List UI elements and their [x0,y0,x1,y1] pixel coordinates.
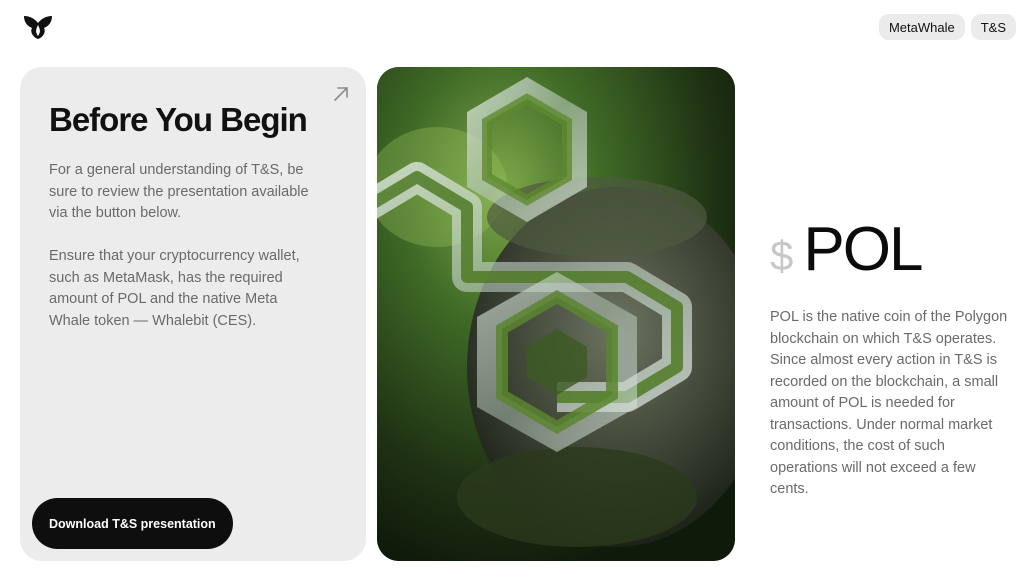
currency-symbol: $ [770,232,794,279]
pol-heading: $ POL [770,214,923,285]
pol-title: POL [803,215,923,284]
card-paragraph-2: Ensure that your cryptocurrency wallet, … [49,248,300,329]
nav-metawhale[interactable]: MetaWhale [878,14,965,40]
hero-image [377,67,735,561]
whale-tail-logo-icon[interactable] [22,13,54,41]
pol-description: POL is the native coin of the Polygon bl… [770,309,1008,497]
top-nav: MetaWhale T&S [878,14,1016,40]
download-presentation-button[interactable]: Download T&S presentation [32,498,233,549]
before-you-begin-card: Before You Begin For a general understan… [20,67,366,561]
polygon-moss-sculpture-illustration [377,67,735,561]
arrow-up-right-icon[interactable] [332,85,350,103]
card-paragraph-1: For a general understanding of T&S, be s… [49,162,309,221]
card-title: Before You Begin [49,101,308,138]
nav-ts[interactable]: T&S [970,14,1016,40]
